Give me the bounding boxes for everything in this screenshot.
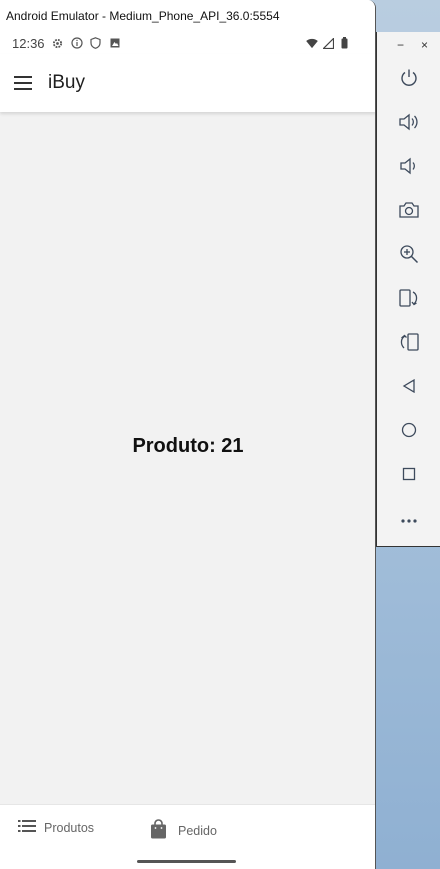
window-titlebar: Android Emulator - Medium_Phone_API_36.0…	[0, 0, 375, 32]
menu-icon[interactable]	[11, 71, 35, 95]
app-title: iBuy	[48, 72, 85, 93]
power-icon	[399, 68, 419, 93]
back-icon	[402, 378, 416, 398]
zoom-button[interactable]	[377, 234, 440, 278]
overview-icon	[402, 467, 416, 486]
emulator-window: Android Emulator - Medium_Phone_API_36.0…	[0, 0, 376, 869]
nav-item-label: Pedido	[178, 823, 217, 838]
rotate-left-icon	[398, 288, 420, 313]
status-time: 12:36	[12, 35, 45, 51]
bottom-navigation: Produtos Pedido	[0, 804, 375, 869]
rotate-left-button[interactable]	[377, 278, 440, 322]
info-icon	[70, 37, 83, 49]
main-content: Produto: 21	[0, 112, 375, 804]
nav-item-produtos[interactable]: Produtos	[18, 819, 94, 836]
overview-button[interactable]	[377, 454, 440, 498]
app-bar: iBuy	[0, 54, 375, 112]
wifi-icon	[306, 37, 318, 49]
screenshot-button[interactable]	[377, 190, 440, 234]
cell-signal-icon	[322, 37, 334, 49]
more-button[interactable]	[377, 498, 440, 542]
image-icon	[109, 37, 121, 49]
volume-down-icon	[399, 156, 419, 181]
rotate-right-button[interactable]	[377, 322, 440, 366]
zoom-in-icon	[399, 244, 419, 269]
gear-icon	[52, 37, 64, 49]
volume-up-icon	[398, 112, 420, 137]
nav-item-label: Produtos	[44, 820, 95, 835]
close-button[interactable]: ×	[421, 38, 428, 52]
rotate-right-icon	[398, 332, 420, 357]
product-label: Produto: 21	[132, 434, 244, 457]
shield-icon	[90, 37, 102, 49]
power-button[interactable]	[377, 58, 440, 102]
status-bar: 12:36	[0, 32, 375, 54]
home-button[interactable]	[377, 410, 440, 454]
window-title: Android Emulator - Medium_Phone_API_36.0…	[6, 9, 280, 23]
emulator-side-toolbar: − ×	[376, 32, 440, 547]
volume-down-button[interactable]	[377, 146, 440, 190]
camera-icon	[398, 201, 420, 224]
home-icon	[401, 422, 417, 443]
volume-up-button[interactable]	[377, 102, 440, 146]
more-icon	[400, 511, 418, 529]
minimize-button[interactable]: −	[397, 38, 404, 52]
shopping-bag-icon	[150, 819, 167, 842]
gesture-navigation-bar[interactable]	[137, 860, 236, 863]
list-icon	[18, 819, 36, 836]
back-button[interactable]	[377, 366, 440, 410]
battery-icon	[338, 37, 350, 49]
nav-item-pedido[interactable]: Pedido	[150, 819, 217, 842]
